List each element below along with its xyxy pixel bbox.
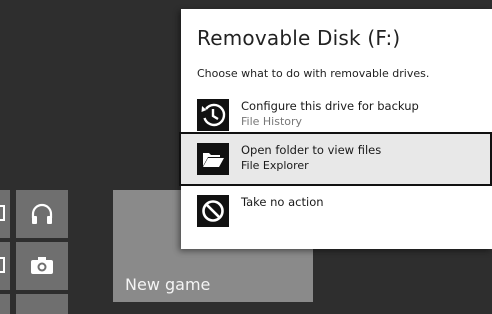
camera-tile[interactable]	[16, 242, 68, 290]
option-take-no-action[interactable]: Take no action	[181, 185, 492, 237]
tile-partial-3[interactable]	[0, 294, 10, 314]
file-history-icon	[197, 99, 229, 131]
option-open-folder[interactable]: Open folder to view files File Explorer	[179, 132, 492, 186]
music-tile[interactable]	[16, 190, 68, 238]
panel-title: Removable Disk (F:)	[197, 26, 401, 50]
tile-partial-icon	[0, 205, 5, 221]
option-subtitle: File Explorer	[241, 159, 309, 172]
tile-partial-4[interactable]	[16, 294, 68, 314]
headphones-icon	[31, 203, 53, 224]
folder-icon	[197, 143, 229, 175]
tile-partial-1[interactable]	[0, 190, 10, 238]
no-action-icon	[197, 195, 229, 227]
option-title: Open folder to view files	[241, 143, 382, 157]
panel-subtitle: Choose what to do with removable drives.	[197, 67, 430, 80]
tile-partial-2[interactable]	[0, 242, 10, 290]
tile-partial-icon	[0, 257, 5, 273]
camera-icon	[31, 257, 53, 274]
option-title: Take no action	[241, 195, 324, 209]
option-title: Configure this drive for backup	[241, 99, 419, 113]
autoplay-panel: Removable Disk (F:) Choose what to do wi…	[179, 9, 492, 249]
option-subtitle: File History	[241, 115, 303, 128]
new-game-label: New game	[125, 275, 211, 294]
